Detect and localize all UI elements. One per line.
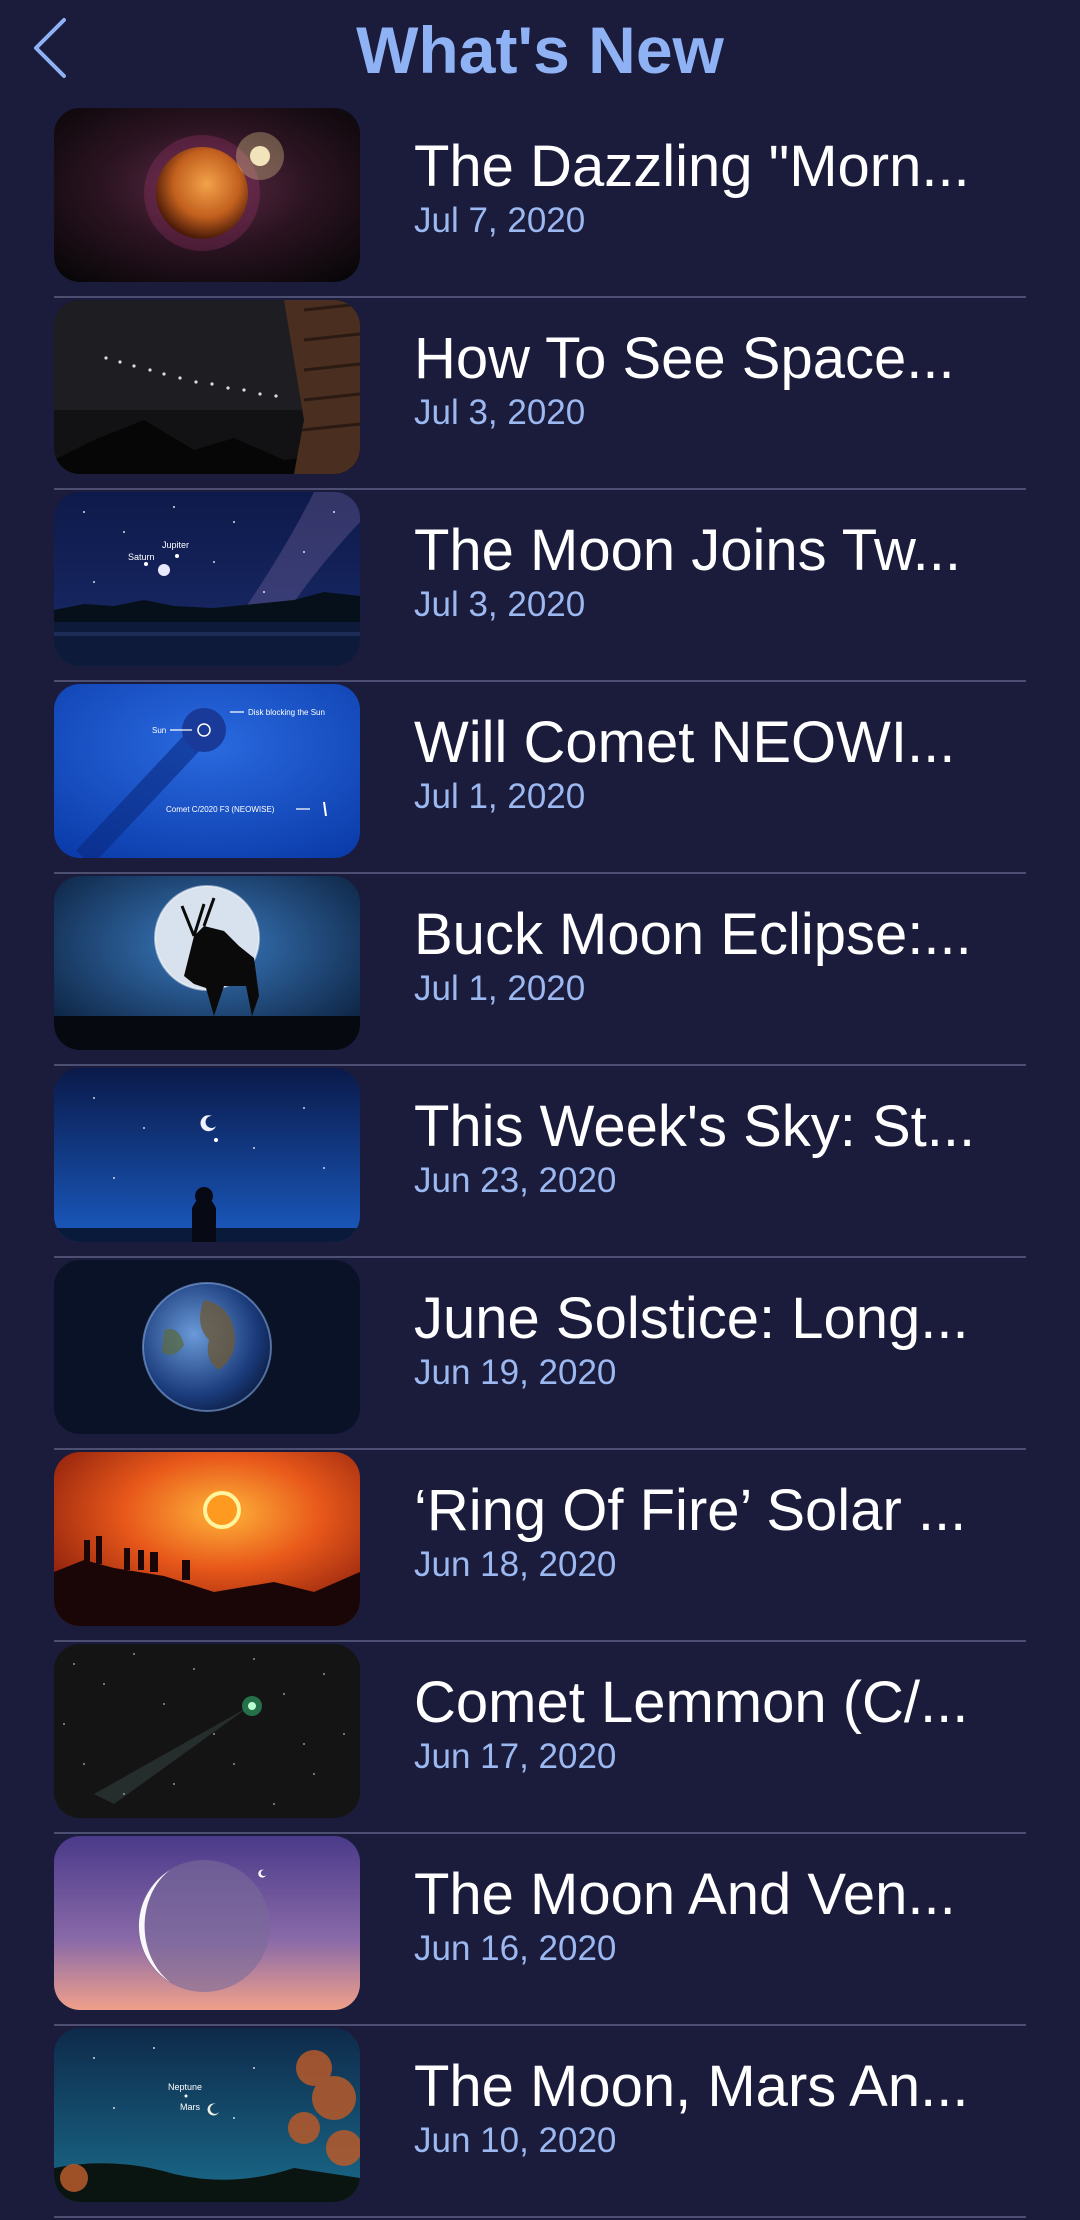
article-date: Jun 23, 2020 [414,1161,617,1200]
article-title: Will Comet NEOWI... [414,710,956,775]
article-date: Jun 10, 2020 [414,2121,617,2160]
article-title: The Moon And Ven... [414,1862,956,1927]
article-thumbnail-buck-moon [54,876,360,1050]
article-row[interactable]: How To See Space... Jul 3, 2020 [0,298,1080,490]
article-title: The Dazzling "Morn... [414,134,970,199]
article-list: The Dazzling "Morn... Jul 7, 2020 How To… [0,106,1080,2218]
article-thumbnail-moon-mars: Neptune Mars [54,2028,360,2202]
article-thumbnail-milky-way: Jupiter Saturn [54,492,360,666]
article-row[interactable]: Comet Lemmon (C/... Jun 17, 2020 [0,1642,1080,1834]
label-saturn: Saturn [128,552,155,562]
article-thumbnail-starlink [54,300,360,474]
whats-new-screen: What's New The Dazzling "Morn... Jul 7, … [0,0,1080,2220]
label-mars: Mars [180,2102,200,2112]
article-date: Jul 1, 2020 [414,969,586,1008]
article-row[interactable]: The Dazzling "Morn... Jul 7, 2020 [0,106,1080,298]
article-row[interactable]: This Week's Sky: St... Jun 23, 2020 [0,1066,1080,1258]
article-thumbnail-moon-venus [54,1836,360,2010]
article-thumbnail-soho-comet: Sun Disk blocking the Sun Comet C/2020 F… [54,684,360,858]
article-date: Jun 17, 2020 [414,1737,617,1776]
article-thumbnail-venus [54,108,360,282]
article-title: ‘Ring Of Fire’ Solar ... [414,1478,967,1543]
article-thumbnail-earth [54,1260,360,1434]
article-date: Jul 7, 2020 [414,201,586,240]
page-title: What's New [356,13,724,87]
label-disk: Disk blocking the Sun [248,708,325,717]
article-row[interactable]: The Moon And Ven... Jun 16, 2020 [0,1834,1080,2026]
article-title: Buck Moon Eclipse:... [414,902,972,967]
article-date: Jul 3, 2020 [414,585,586,624]
article-row[interactable]: June Solstice: Long... Jun 19, 2020 [0,1258,1080,1450]
article-title: This Week's Sky: St... [414,1094,976,1159]
article-row[interactable]: Sun Disk blocking the Sun Comet C/2020 F… [0,682,1080,874]
article-row[interactable]: ‘Ring Of Fire’ Solar ... Jun 18, 2020 [0,1450,1080,1642]
header: What's New [0,0,1080,100]
article-title: Comet Lemmon (C/... [414,1670,969,1735]
article-date: Jun 18, 2020 [414,1545,617,1584]
article-date: Jul 1, 2020 [414,777,586,816]
article-thumbnail-ring-of-fire [54,1452,360,1626]
article-date: Jul 3, 2020 [414,393,586,432]
article-thumbnail-week-sky [54,1068,360,1242]
article-title: The Moon Joins Tw... [414,518,961,583]
label-comet: Comet C/2020 F3 (NEOWISE) [166,805,275,814]
article-date: Jun 19, 2020 [414,1353,617,1392]
article-title: How To See Space... [414,326,955,391]
label-neptune: Neptune [168,2082,202,2092]
article-date: Jun 16, 2020 [414,1929,617,1968]
article-title: The Moon, Mars An... [414,2054,969,2119]
divider [54,2216,1026,2218]
article-thumbnail-comet-lemmon [54,1644,360,1818]
article-row[interactable]: Jupiter Saturn The Moon Joins Tw... Jul … [0,490,1080,682]
article-row[interactable]: Neptune Mars The Moon, Mars An... Jun 10… [0,2026,1080,2218]
article-title: June Solstice: Long... [414,1286,969,1351]
label-jupiter: Jupiter [162,540,189,550]
label-sun: Sun [152,726,166,735]
article-row[interactable]: Buck Moon Eclipse:... Jul 1, 2020 [0,874,1080,1066]
